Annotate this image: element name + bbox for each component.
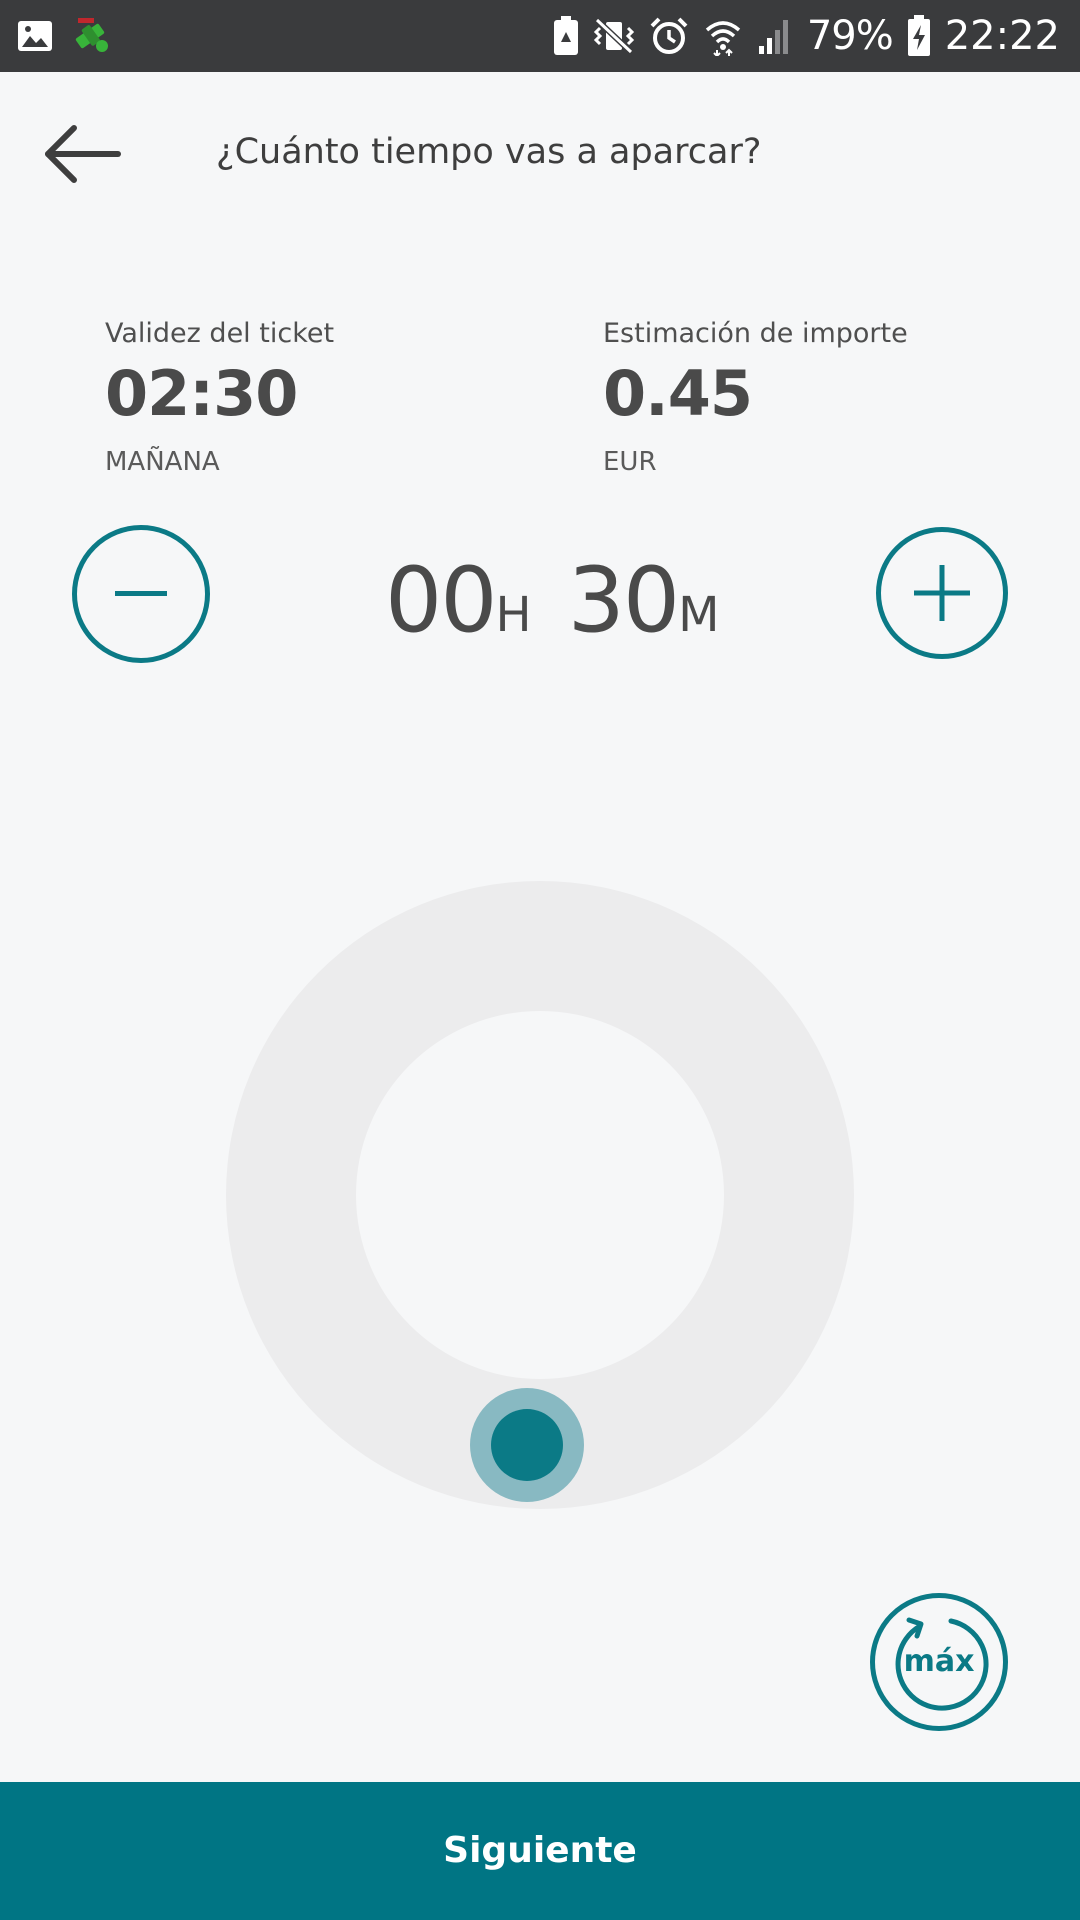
ticket-validity-block: Validez del ticket 02:30 MAÑANA xyxy=(105,318,334,477)
increase-time-button[interactable] xyxy=(876,527,1008,659)
time-dial-handle[interactable] xyxy=(470,1388,584,1502)
wifi-icon xyxy=(703,16,743,56)
duration-hours: 00 xyxy=(385,548,498,653)
status-bar: 79% 22:22 xyxy=(0,0,1080,72)
arrow-left-icon xyxy=(45,125,121,183)
battery-saver-icon xyxy=(553,16,579,56)
app-header: ¿Cuánto tiempo vas a aparcar? xyxy=(0,72,1080,242)
signal-icon xyxy=(757,16,793,56)
image-icon xyxy=(16,17,54,55)
status-bar-right: 79% 22:22 xyxy=(553,0,1060,72)
vibrate-mute-icon xyxy=(593,16,635,56)
status-bar-left xyxy=(16,14,114,58)
amount-estimate-value: 0.45 xyxy=(603,357,753,430)
duration-hours-unit: H xyxy=(495,587,532,643)
amount-estimate-label: Estimación de importe xyxy=(603,318,908,349)
minus-icon xyxy=(115,591,167,596)
ticket-validity-day: MAÑANA xyxy=(105,447,220,477)
satellite-app-icon xyxy=(70,14,114,58)
clock-time: 22:22 xyxy=(944,13,1060,59)
back-button[interactable] xyxy=(40,122,126,186)
duration-display: 00H 30M xyxy=(385,548,720,653)
next-button[interactable]: Siguiente xyxy=(0,1782,1080,1920)
amount-currency: EUR xyxy=(603,447,657,477)
page-title: ¿Cuánto tiempo vas a aparcar? xyxy=(216,132,762,172)
max-time-button[interactable]: máx xyxy=(870,1593,1008,1731)
amount-estimate-block: Estimación de importe 0.45 EUR xyxy=(603,318,908,477)
time-dial-handle-knob xyxy=(491,1409,563,1481)
duration-minutes: 30 xyxy=(567,548,681,653)
max-time-label: máx xyxy=(903,1644,975,1679)
ticket-validity-label: Validez del ticket xyxy=(105,318,335,349)
battery-percent: 79% xyxy=(806,13,894,59)
plus-icon xyxy=(914,565,970,621)
battery-charging-icon xyxy=(907,15,931,57)
duration-minutes-unit: M xyxy=(678,587,720,643)
ticket-validity-value: 02:30 xyxy=(105,357,298,430)
alarm-icon xyxy=(649,16,689,56)
decrease-time-button[interactable] xyxy=(72,525,210,663)
time-dial-center xyxy=(356,1011,724,1379)
